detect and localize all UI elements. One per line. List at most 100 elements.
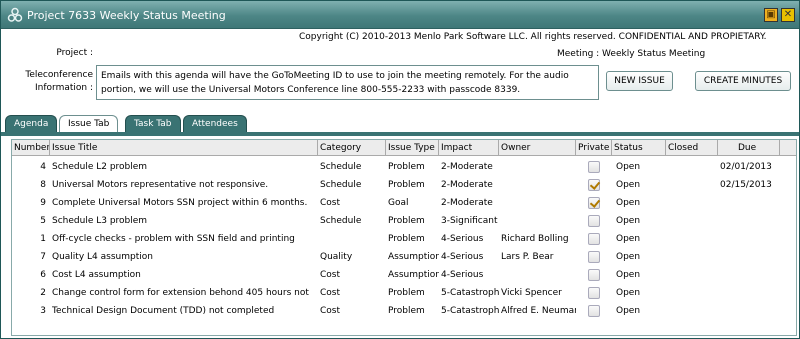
cell-due	[720, 248, 780, 266]
teleconference-info-label: Information :	[35, 83, 93, 93]
table-row[interactable]: 6 Cost L4 assumption Cost Assumption 4-Serio…	[12, 266, 796, 284]
cell-category: Schedule	[320, 162, 362, 172]
column-header-type[interactable]: Issue Type	[386, 140, 439, 156]
cell-number: 7	[40, 252, 46, 262]
copyright-text: Copyright (C) 2010-2013 Menlo Park Softw…	[299, 32, 767, 42]
tab-agenda[interactable]: Agenda	[5, 115, 58, 132]
cell-issue-title: Schedule L2 problem	[52, 162, 148, 172]
cell-category: Schedule	[320, 216, 362, 226]
cell-category: Cost	[320, 198, 341, 208]
private-checkbox[interactable]	[588, 161, 600, 173]
cell-closed	[668, 230, 718, 248]
column-header-impact[interactable]: Impact	[439, 140, 499, 156]
create-minutes-button[interactable]: CREATE MINUTES	[695, 71, 791, 91]
main-content: Copyright (C) 2010-2013 Menlo Park Softw…	[1, 29, 799, 338]
cell-number: 5	[40, 216, 46, 226]
new-issue-button[interactable]: NEW ISSUE	[606, 71, 673, 91]
cell-number: 2	[40, 288, 46, 298]
cell-issue-type: Problem	[388, 180, 425, 190]
column-header-category[interactable]: Category	[318, 140, 386, 156]
cell-number: 4	[40, 162, 46, 172]
cell-impact: 2-Moderate	[441, 198, 493, 208]
cell-issue-title: Quality L4 assumption	[52, 252, 153, 262]
cell-number: 1	[40, 234, 46, 244]
cell-issue-type: Problem	[388, 288, 425, 298]
table-row[interactable]: 4 Schedule L2 problem Schedule Problem 2-Mod…	[12, 158, 796, 176]
cell-issue-type: Assumption	[388, 252, 439, 262]
cell-issue-title: Complete Universal Motors SSN project wi…	[52, 198, 308, 208]
cell-issue-type: Goal	[388, 198, 409, 208]
cell-due	[720, 266, 780, 284]
meeting-label: Meeting : Weekly Status Meeting	[557, 49, 706, 59]
cell-closed	[668, 284, 718, 302]
cell-due	[720, 230, 780, 248]
cell-status: Open	[616, 234, 641, 244]
table-row[interactable]: 3 Technical Design Document (TDD) not com…	[12, 302, 796, 320]
cell-impact: 2-Moderate	[441, 180, 493, 190]
cell-closed	[668, 194, 718, 212]
cell-closed	[668, 158, 718, 176]
cell-due	[720, 194, 780, 212]
tab-issue[interactable]: Issue Tab	[59, 115, 119, 133]
cell-issue-type: Problem	[388, 216, 425, 226]
title-bar[interactable]: Project 7633 Weekly Status Meeting ▣ ✕	[1, 1, 799, 29]
cell-status: Open	[616, 198, 641, 208]
private-checkbox[interactable]	[588, 287, 600, 299]
column-header-number[interactable]: Number	[12, 140, 50, 156]
cell-status: Open	[616, 216, 641, 226]
tab-attendees[interactable]: Attendees	[183, 115, 247, 132]
table-row[interactable]: 8 Universal Motors representative not res…	[12, 176, 796, 194]
cell-closed	[668, 302, 718, 320]
cell-owner: Richard Bolling	[501, 234, 569, 244]
table-row[interactable]: 7 Quality L4 assumption Quality Assumption 4…	[12, 248, 796, 266]
cell-due	[720, 284, 780, 302]
cell-due: 02/01/2013	[720, 162, 772, 172]
window-title: Project 7633 Weekly Status Meeting	[27, 9, 226, 22]
app-window: Project 7633 Weekly Status Meeting ▣ ✕ C…	[0, 0, 800, 339]
cell-due	[720, 212, 780, 230]
private-checkbox[interactable]	[588, 233, 600, 245]
private-checkbox[interactable]	[588, 269, 600, 281]
table-row[interactable]: 5 Schedule L3 problem Schedule Problem 3-Sig…	[12, 212, 796, 230]
cell-category: Schedule	[320, 180, 362, 190]
private-checkbox[interactable]	[588, 215, 600, 227]
tab-task[interactable]: Task Tab	[125, 115, 181, 132]
cell-impact: 2-Moderate	[441, 162, 493, 172]
cell-owner: Vicki Spencer	[501, 288, 562, 298]
cell-impact: 3-Significant	[441, 216, 498, 226]
private-checkbox[interactable]	[588, 197, 600, 209]
teleconference-info-box: Emails with this agenda will have the Go…	[96, 65, 599, 100]
column-header-title[interactable]: Issue Title	[50, 140, 318, 156]
cell-issue-title: Cost L4 assumption	[52, 270, 141, 280]
private-checkbox[interactable]	[588, 179, 600, 191]
private-checkbox[interactable]	[588, 251, 600, 263]
tab-bar: Agenda Issue Tab Task Tab Attendees	[1, 115, 799, 133]
table-row[interactable]: 2 Change control form for extension behon…	[12, 284, 796, 302]
cell-category	[320, 230, 386, 248]
cell-status: Open	[616, 252, 641, 262]
tab-strip	[1, 132, 799, 136]
issue-grid: Number Issue Title Category Issue Type I…	[11, 139, 797, 336]
close-button[interactable]: ✕	[781, 8, 795, 22]
column-header-filler	[780, 140, 796, 156]
table-row[interactable]: 1 Off-cycle checks - problem with SSN fie…	[12, 230, 796, 248]
cell-impact: 4-Serious	[441, 252, 484, 262]
cell-closed	[668, 248, 718, 266]
column-header-closed[interactable]: Closed	[666, 140, 718, 156]
cell-closed	[668, 266, 718, 284]
column-header-status[interactable]: Status	[612, 140, 666, 156]
column-header-due[interactable]: Due	[718, 140, 780, 156]
cell-status: Open	[616, 180, 641, 190]
cell-closed	[668, 212, 718, 230]
cell-status: Open	[616, 270, 641, 280]
cell-issue-type: Problem	[388, 234, 425, 244]
cell-impact: 5-Catastrophic	[441, 306, 499, 316]
column-header-owner[interactable]: Owner	[499, 140, 576, 156]
table-row[interactable]: 9 Complete Universal Motors SSN project w…	[12, 194, 796, 212]
restore-button[interactable]: ▣	[764, 8, 778, 22]
private-checkbox[interactable]	[588, 305, 600, 317]
cell-issue-title: Schedule L3 problem	[52, 216, 148, 226]
cell-status: Open	[616, 306, 641, 316]
cell-issue-title: Technical Design Document (TDD) not comp…	[52, 306, 275, 316]
column-header-private[interactable]: Private	[576, 140, 612, 156]
